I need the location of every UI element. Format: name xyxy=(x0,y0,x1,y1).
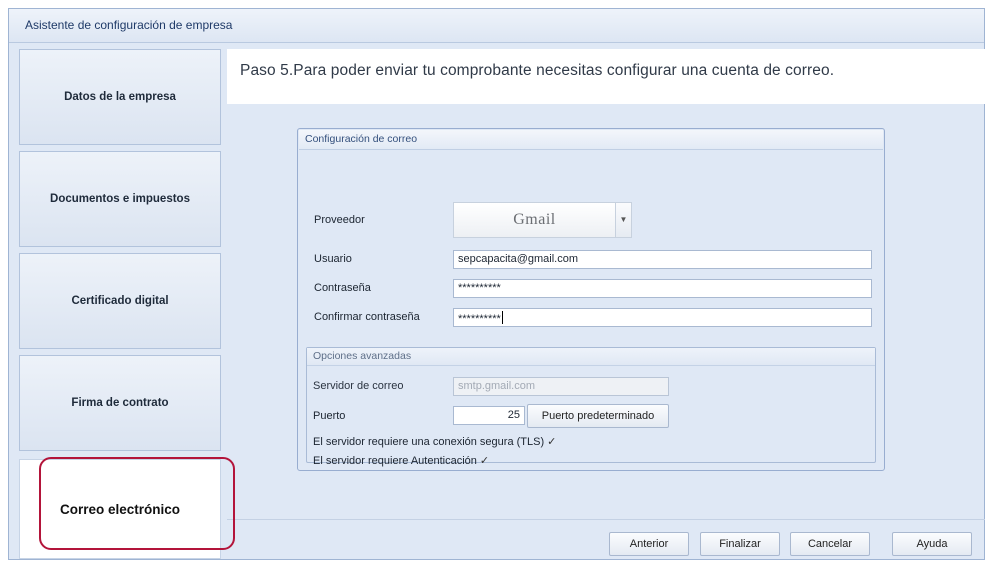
main-panel: Paso 5.Para poder enviar tu comprobante … xyxy=(227,49,985,559)
sidebar-item-label: Correo electrónico xyxy=(59,501,181,517)
sidebar-item-contract-signature[interactable]: Firma de contrato xyxy=(19,355,221,451)
confirm-password-value: ********** xyxy=(458,313,501,325)
check-icon: ✓ xyxy=(547,436,557,448)
chevron-down-icon[interactable]: ▼ xyxy=(616,202,632,238)
mail-server-label: Servidor de correo xyxy=(313,380,404,392)
previous-button[interactable]: Anterior xyxy=(609,532,689,556)
step-header: Paso 5.Para poder enviar tu comprobante … xyxy=(227,49,985,104)
port-input[interactable]: 25 xyxy=(453,406,525,425)
sidebar-item-documents-taxes[interactable]: Documentos e impuestos xyxy=(19,151,221,247)
user-label: Usuario xyxy=(314,253,352,265)
user-input[interactable]: sepcapacita@gmail.com xyxy=(453,250,872,269)
port-label: Puerto xyxy=(313,410,346,422)
sidebar-item-digital-certificate[interactable]: Certificado digital xyxy=(19,253,221,349)
group-title: Configuración de correo xyxy=(299,130,883,150)
default-port-button[interactable]: Puerto predeterminado xyxy=(527,404,669,428)
sidebar-item-company-data[interactable]: Datos de la empresa xyxy=(19,49,221,145)
auth-option[interactable]: El servidor requiere Autenticación ✓ xyxy=(313,454,489,467)
subgroup-title: Opciones avanzadas xyxy=(307,348,875,366)
advanced-options-group: Opciones avanzadas Servidor de correo sm… xyxy=(306,347,876,467)
tls-label: El servidor requiere una conexión segura… xyxy=(313,436,545,448)
finish-button[interactable]: Finalizar xyxy=(700,532,780,556)
check-icon: ✓ xyxy=(479,455,490,467)
sidebar-item-label: Documentos e impuestos xyxy=(50,192,190,205)
sidebar-item-label: Firma de contrato xyxy=(71,396,169,409)
cancel-button[interactable]: Cancelar xyxy=(790,532,870,556)
sidebar-item-label: Certificado digital xyxy=(71,294,169,307)
wizard-steps-sidebar: Datos de la empresa Documentos e impuest… xyxy=(19,49,221,559)
setup-wizard-window: Asistente de configuración de empresa Da… xyxy=(8,8,985,560)
tls-option[interactable]: El servidor requiere una conexión segura… xyxy=(313,435,556,448)
confirm-password-label: Confirmar contraseña xyxy=(314,311,420,323)
auth-label: El servidor requiere Autenticación xyxy=(313,455,477,467)
email-config-group: Configuración de correo Proveedor Gmail … xyxy=(297,128,885,471)
provider-select[interactable]: Gmail xyxy=(453,202,616,238)
window-title: Asistente de configuración de empresa xyxy=(25,18,233,32)
sidebar-item-label: Datos de la empresa xyxy=(64,90,176,103)
sidebar-item-email[interactable]: Correo electrónico xyxy=(19,459,221,559)
step-instructions: Paso 5.Para poder enviar tu comprobante … xyxy=(240,62,835,79)
title-bar: Asistente de configuración de empresa xyxy=(9,9,984,43)
provider-label: Proveedor xyxy=(314,214,365,226)
password-label: Contraseña xyxy=(314,282,371,294)
footer-divider xyxy=(227,519,985,520)
text-cursor xyxy=(501,311,503,324)
confirm-password-input[interactable]: ********** xyxy=(453,308,872,327)
mail-server-input: smtp.gmail.com xyxy=(453,377,669,396)
password-input[interactable]: ********** xyxy=(453,279,872,298)
help-button[interactable]: Ayuda xyxy=(892,532,972,556)
